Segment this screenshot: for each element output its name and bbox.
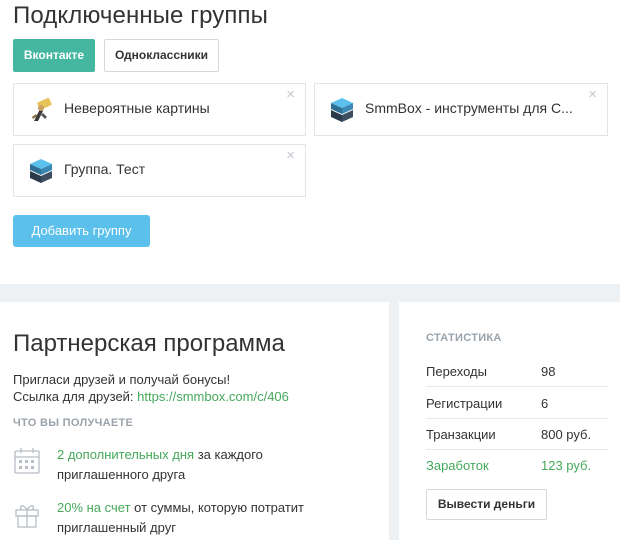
benefit-text: 20% на счет от суммы, которую потратит п… xyxy=(57,498,317,538)
referral-line: Ссылка для друзей: https://smmbox.com/c/… xyxy=(13,389,289,404)
referral-label: Ссылка для друзей: xyxy=(13,389,134,404)
group-name: Группа. Тест xyxy=(64,161,146,177)
group-name: SmmBox - инструменты для С... xyxy=(365,100,573,116)
stat-row-clicks: Переходы 98 xyxy=(426,356,608,387)
tab-vkontakte[interactable]: Вконтакте xyxy=(13,39,95,72)
referral-link[interactable]: https://smmbox.com/c/406 xyxy=(137,389,289,404)
stat-row-transactions: Транзакции 800 руб. xyxy=(426,419,608,450)
partner-program-panel: Партнерская программа Пригласи друзей и … xyxy=(0,302,389,540)
invite-text: Пригласи друзей и получай бонусы! xyxy=(13,372,231,387)
stat-value: 6 xyxy=(541,396,549,411)
page-title: Подключенные группы xyxy=(13,2,268,29)
what-you-get-heading: ЧТО ВЫ ПОЛУЧАЕТЕ xyxy=(13,417,134,429)
calendar-icon xyxy=(14,448,40,474)
connected-groups-panel: Подключенные группы Вконтакте Одноклассн… xyxy=(0,0,620,284)
smmbox-logo-icon xyxy=(331,98,353,122)
stat-row-registrations: Регистрации 6 xyxy=(426,388,608,419)
benefit-highlight: 2 дополнительных дня xyxy=(57,447,195,462)
stat-label: Регистрации xyxy=(426,396,503,411)
benefit-highlight: 20% на счет xyxy=(57,500,131,515)
close-icon[interactable]: × xyxy=(588,87,597,103)
stat-row-earnings: Заработок 123 руб. xyxy=(426,450,608,481)
stat-label: Заработок xyxy=(426,458,489,473)
withdraw-money-button[interactable]: Вывести деньги xyxy=(426,489,547,520)
painting-icon xyxy=(32,97,52,121)
stat-value: 98 xyxy=(541,364,556,379)
partner-title: Партнерская программа xyxy=(13,330,285,357)
close-icon[interactable]: × xyxy=(286,87,295,103)
tab-odnoklassniki[interactable]: Одноклассники xyxy=(104,39,219,72)
stat-label: Транзакции xyxy=(426,427,496,442)
group-card[interactable]: Невероятные картины × xyxy=(13,83,306,136)
statistics-title: СТАТИСТИКА xyxy=(426,332,502,344)
gift-icon xyxy=(15,505,39,528)
group-card[interactable]: SmmBox - инструменты для С... × xyxy=(314,83,608,136)
benefit-text: 2 дополнительных дня за каждого приглаше… xyxy=(57,445,317,485)
group-card[interactable]: Группа. Тест × xyxy=(13,144,306,197)
stat-value: 123 руб. xyxy=(541,458,592,473)
stat-value: 800 руб. xyxy=(541,427,592,442)
add-group-button[interactable]: Добавить группу xyxy=(13,215,150,247)
statistics-panel: СТАТИСТИКА Переходы 98 Регистрации 6 Тра… xyxy=(399,302,620,540)
smmbox-logo-icon xyxy=(30,159,52,183)
close-icon[interactable]: × xyxy=(286,148,295,164)
stat-label: Переходы xyxy=(426,364,487,379)
group-name: Невероятные картины xyxy=(64,100,210,116)
